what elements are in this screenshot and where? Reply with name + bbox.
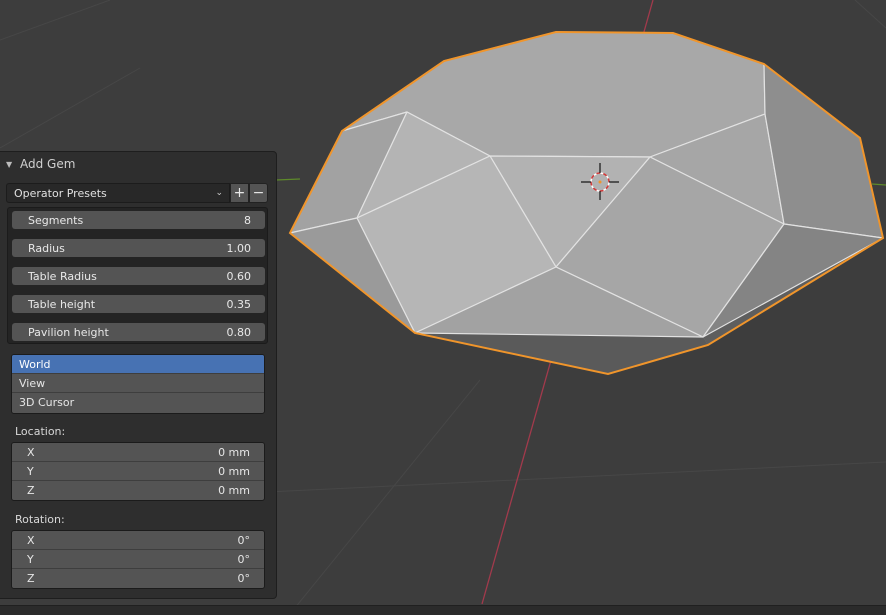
gem-properties: Segments 8 Radius 1.00 Table Radius 0.60…: [7, 207, 268, 344]
rotation-label: Rotation:: [15, 513, 65, 526]
add-preset-button[interactable]: +: [230, 183, 249, 203]
align-option-3d-cursor[interactable]: 3D Cursor: [12, 393, 264, 412]
gem-mesh[interactable]: [289, 31, 884, 374]
pavilion-height-field[interactable]: Pavilion height 0.80: [12, 323, 265, 341]
location-y-field[interactable]: Y 0 mm: [12, 462, 264, 481]
rotation-z-field[interactable]: Z 0°: [12, 569, 264, 588]
remove-preset-button[interactable]: −: [249, 183, 268, 203]
chevron-down-icon: ⌄: [215, 188, 223, 198]
panel-title: Add Gem: [20, 157, 76, 171]
operator-presets-row: Operator Presets ⌄ + −: [6, 183, 268, 203]
table-radius-field[interactable]: Table Radius 0.60: [12, 267, 265, 285]
y-axis-line-right: [871, 183, 886, 186]
triangle-down-icon[interactable]: ▼: [6, 160, 14, 169]
radius-field[interactable]: Radius 1.00: [12, 239, 265, 257]
location-label: Location:: [15, 425, 66, 438]
operator-presets-dropdown[interactable]: Operator Presets ⌄: [6, 183, 230, 203]
table-height-field[interactable]: Table height 0.35: [12, 295, 265, 313]
operator-presets-label: Operator Presets: [14, 186, 107, 200]
y-axis-line: [275, 178, 301, 181]
rotation-x-field[interactable]: X 0°: [12, 531, 264, 550]
panel-header[interactable]: ▼ Add Gem: [0, 152, 276, 176]
align-selector: World View 3D Cursor: [11, 354, 265, 414]
segments-field[interactable]: Segments 8: [12, 211, 265, 229]
location-z-field[interactable]: Z 0 mm: [12, 481, 264, 500]
align-option-world[interactable]: World: [12, 355, 264, 374]
rotation-vector: X 0° Y 0° Z 0°: [11, 530, 265, 589]
rotation-y-field[interactable]: Y 0°: [12, 550, 264, 569]
align-option-view[interactable]: View: [12, 374, 264, 393]
location-x-field[interactable]: X 0 mm: [12, 443, 264, 462]
location-vector: X 0 mm Y 0 mm Z 0 mm: [11, 442, 265, 501]
add-gem-operator-panel: ▼ Add Gem Operator Presets ⌄ + − Segment…: [0, 151, 277, 599]
